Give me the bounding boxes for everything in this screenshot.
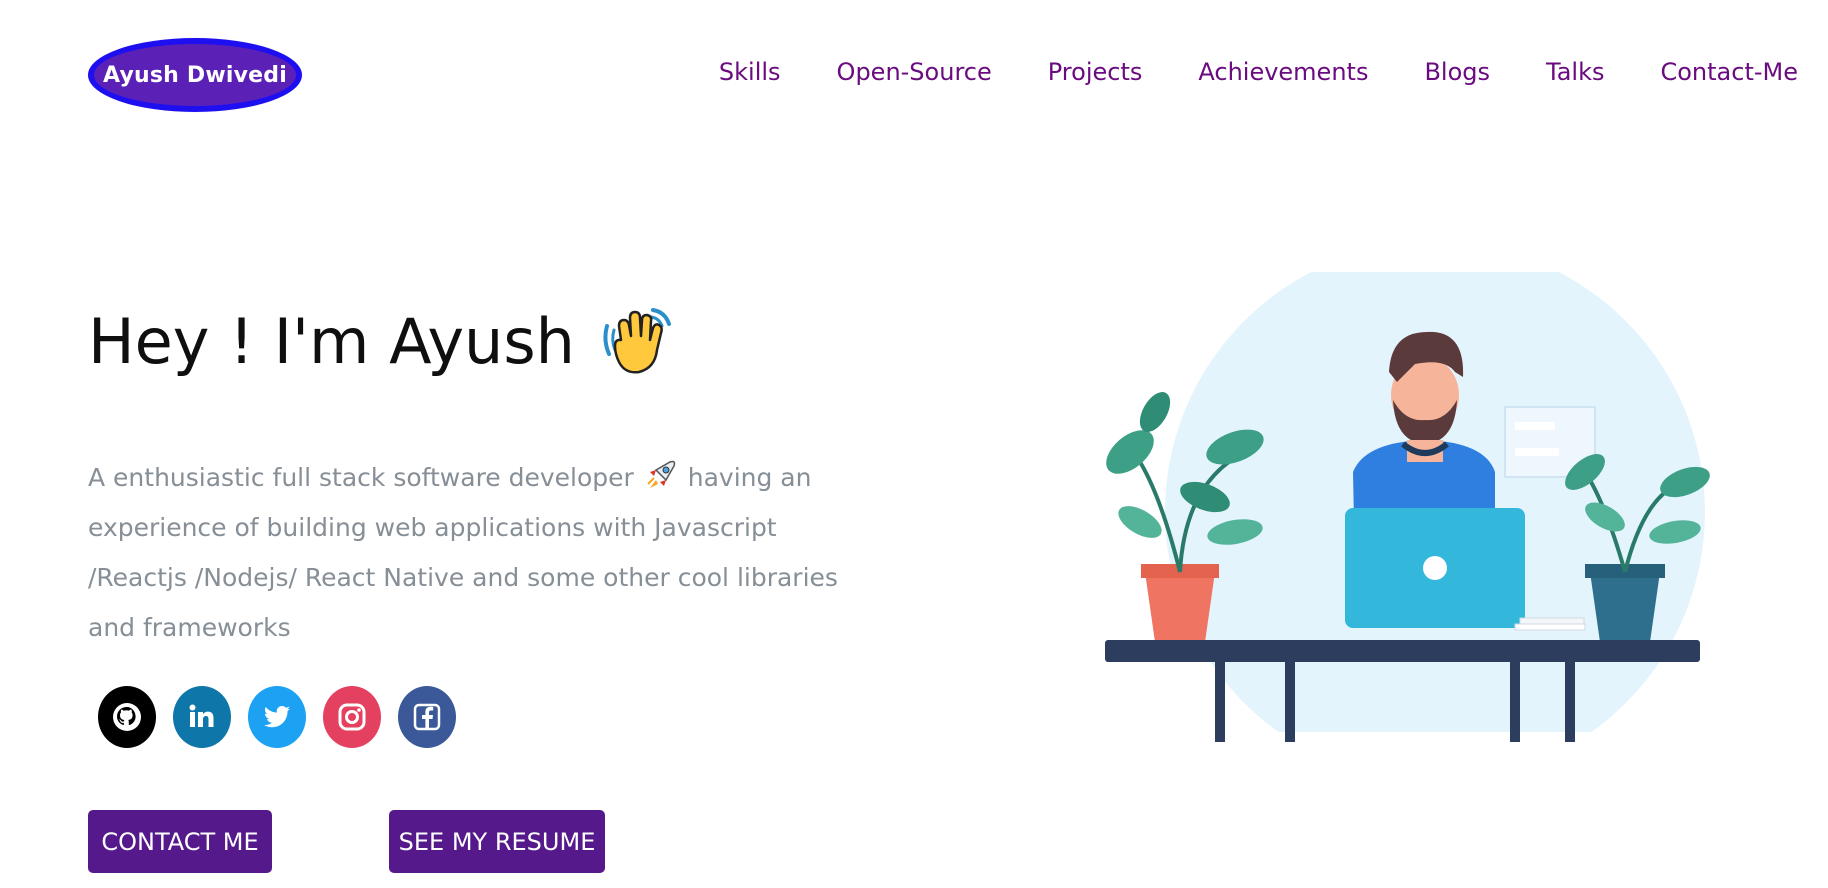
site-header: Ayush Dwivedi Skills Open-Source Project… [0, 0, 1828, 150]
github-link[interactable] [98, 686, 156, 748]
instagram-link[interactable] [323, 686, 381, 748]
developer-at-desk-illustration [1085, 242, 1725, 782]
hero-description-part-1: A enthusiastic full stack software devel… [88, 463, 634, 492]
logo-text: Ayush Dwivedi [103, 62, 287, 88]
facebook-link[interactable] [398, 686, 456, 748]
hero-title: Hey ! I'm Ayush [88, 305, 671, 378]
facebook-icon [413, 703, 441, 731]
nav-item-open-source[interactable]: Open-Source [837, 58, 992, 86]
hero-description: A enthusiastic full stack software devel… [88, 453, 848, 653]
linkedin-icon [189, 704, 214, 727]
nav-item-projects[interactable]: Projects [1048, 58, 1143, 86]
main-nav: Skills Open-Source Projects Achievements… [663, 58, 1798, 86]
social-links [98, 686, 456, 748]
twitter-icon [263, 706, 290, 728]
waving-hand-icon [601, 306, 671, 378]
twitter-link[interactable] [248, 686, 306, 748]
site-logo[interactable]: Ayush Dwivedi [88, 38, 302, 112]
nav-item-talks[interactable]: Talks [1546, 58, 1604, 86]
linkedin-link[interactable] [173, 686, 231, 748]
nav-item-blogs[interactable]: Blogs [1424, 58, 1490, 86]
hero-greeting: Hey ! I'm Ayush [88, 305, 575, 378]
see-resume-button[interactable]: SEE MY RESUME [389, 810, 605, 873]
github-icon [113, 703, 141, 731]
rocket-icon [644, 458, 678, 492]
nav-item-contact-me[interactable]: Contact-Me [1660, 58, 1798, 86]
contact-me-button[interactable]: CONTACT ME [88, 810, 272, 873]
nav-item-achievements[interactable]: Achievements [1198, 58, 1368, 86]
nav-item-skills[interactable]: Skills [719, 58, 781, 86]
instagram-icon [338, 703, 366, 731]
